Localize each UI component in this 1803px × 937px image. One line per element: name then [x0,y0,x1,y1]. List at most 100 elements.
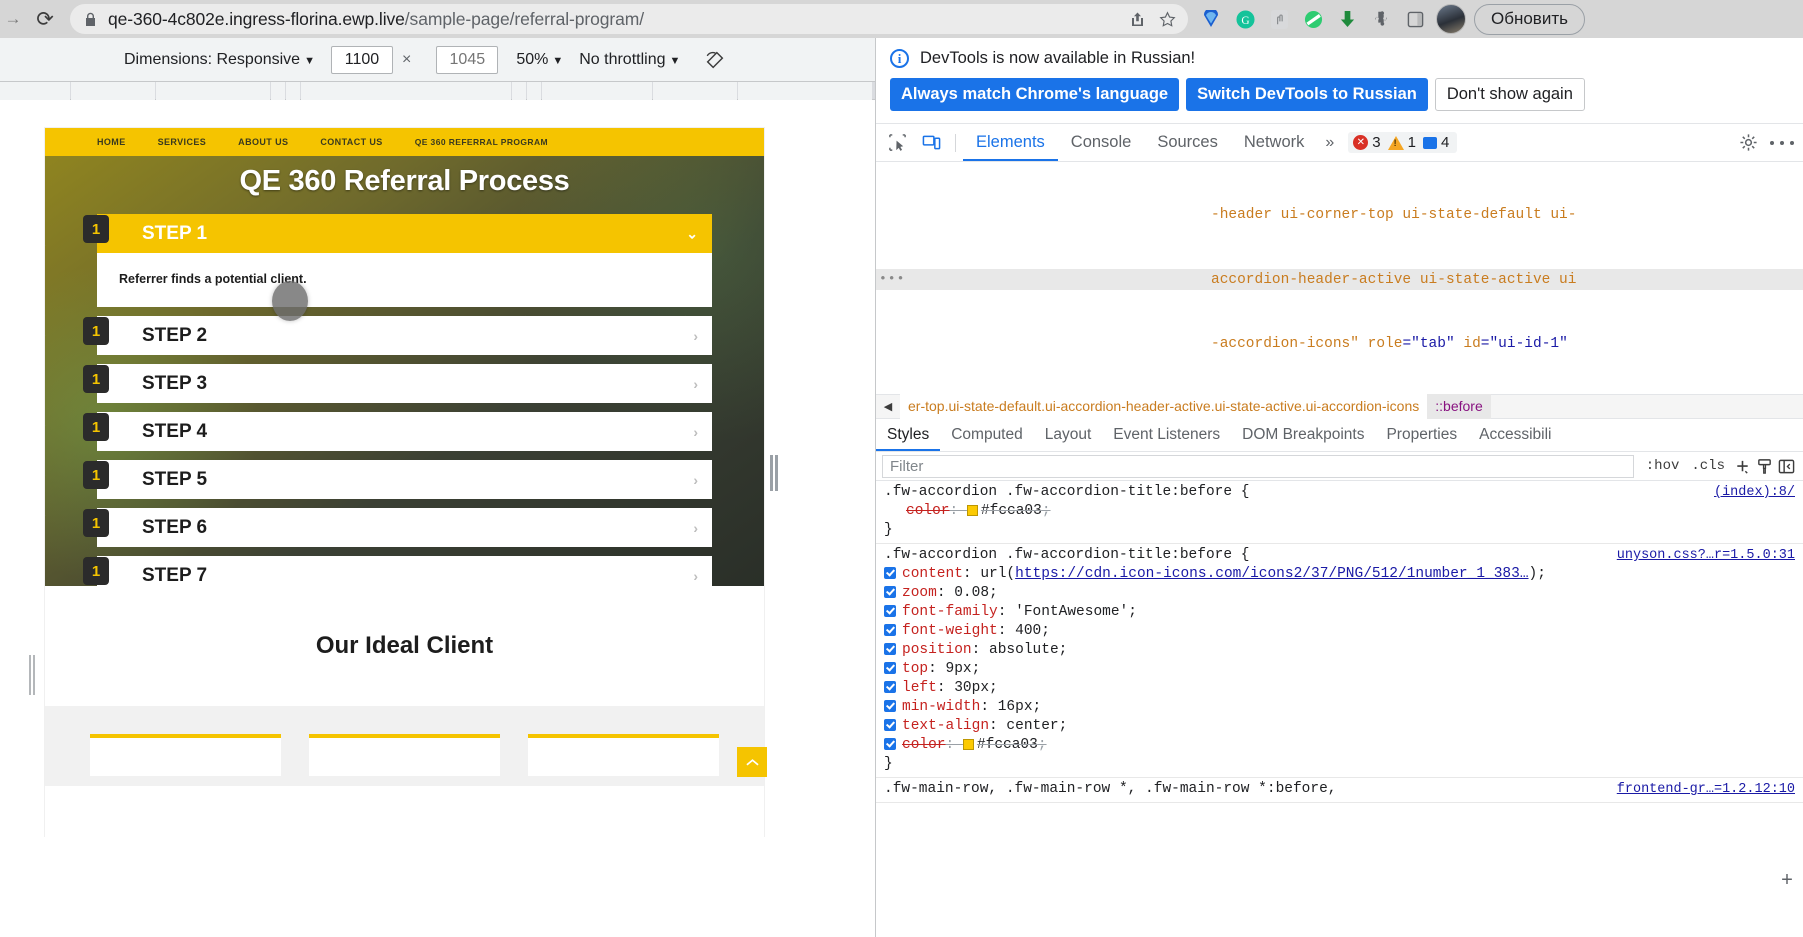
nav-item-home[interactable]: HOME [97,137,126,147]
css-source-link[interactable]: (index):8/ [1714,483,1795,502]
css-property-text-align[interactable]: text-align: center; [876,717,1803,736]
toggle-sidebar-icon[interactable] [1775,458,1797,475]
tab-dom-breakpoints[interactable]: DOM Breakpoints [1231,419,1375,451]
css-property-font-family[interactable]: font-family: 'FontAwesome'; [876,603,1803,622]
download-extension-icon[interactable] [1332,4,1362,34]
card-item[interactable] [90,734,281,776]
tab-sources[interactable]: Sources [1144,124,1231,161]
dont-show-again-button[interactable]: Don't show again [1434,78,1585,111]
tab-event-listeners[interactable]: Event Listeners [1102,419,1231,451]
tab-layout[interactable]: Layout [1034,419,1103,451]
dom-tree[interactable]: ••• -header ui-corner-top ui-state-defau… [876,162,1803,394]
issue-counters[interactable]: ✕ 3 1 4 [1348,132,1458,153]
css-property-left[interactable]: left: 30px; [876,679,1803,698]
viewport-left-handle[interactable] [29,655,37,695]
card-item[interactable] [528,734,719,776]
reload-icon[interactable]: ⟳ [28,2,62,36]
hand-extension-icon[interactable] [1264,4,1294,34]
tab-console[interactable]: Console [1058,124,1145,161]
avatar[interactable] [1436,4,1466,34]
chevron-double-right-icon[interactable]: » [1317,134,1342,152]
property-checkbox[interactable] [884,643,896,656]
hov-toggle-button[interactable]: :hov [1646,458,1680,474]
content-url-link[interactable]: https://cdn.icon-icons.com/icons2/37/PNG… [1015,566,1528,582]
filter-input[interactable] [882,454,1634,478]
always-match-language-button[interactable]: Always match Chrome's language [890,78,1180,111]
css-rules-list[interactable]: .fw-accordion .fw-accordion-title:before… [876,481,1803,937]
grammarly-extension-icon[interactable]: G [1230,4,1260,34]
add-new-rule-icon[interactable]: + [1781,872,1793,892]
accordion-header-step-5[interactable]: 1 STEP 5 › [83,460,712,499]
tab-computed[interactable]: Computed [940,419,1034,451]
property-checkbox[interactable] [884,605,896,618]
yandex-extension-icon[interactable] [1196,4,1226,34]
property-checkbox[interactable] [884,586,896,599]
cls-toggle-button[interactable]: .cls [1691,458,1725,474]
color-swatch[interactable] [962,738,974,750]
property-checkbox[interactable] [884,700,896,713]
accordion-header-step-2[interactable]: 1 STEP 2 › [83,316,712,355]
forward-arrow-icon[interactable]: → [0,9,26,29]
property-checkbox[interactable] [884,681,896,694]
plus-icon[interactable] [1731,458,1753,475]
nav-item-about-us[interactable]: ABOUT US [238,137,288,147]
css-property-font-weight[interactable]: font-weight: 400; [876,622,1803,641]
nav-item-services[interactable]: SERVICES [158,137,207,147]
side-panel-icon[interactable] [1400,4,1430,34]
width-input[interactable] [330,45,393,74]
css-property-content[interactable]: content: url(https://cdn.icon-icons.com/… [876,565,1803,584]
tab-network[interactable]: Network [1231,124,1318,161]
switch-to-russian-button[interactable]: Switch DevTools to Russian [1186,78,1428,111]
tab-styles[interactable]: Styles [876,419,940,451]
star-icon[interactable] [1152,10,1182,28]
color-swatch[interactable] [966,504,978,516]
accordion-header-step-1[interactable]: 1 STEP 1 ⌄ [83,214,712,253]
tab-elements[interactable]: Elements [963,124,1058,161]
puzzle-extensions-icon[interactable] [1366,4,1396,34]
css-property-min-width[interactable]: min-width: 16px; [876,698,1803,717]
property-checkbox[interactable] [884,624,896,637]
css-property-color[interactable]: color: #fcca03; [876,502,1803,521]
update-button[interactable]: Обновить [1474,3,1585,35]
gear-icon[interactable] [1733,128,1763,158]
tab-properties[interactable]: Properties [1375,419,1468,451]
accordion-header-step-7[interactable]: 1 STEP 7 › [83,556,712,586]
css-property-position[interactable]: position: absolute; [876,641,1803,660]
property-checkbox[interactable] [884,738,896,751]
height-input[interactable] [436,45,499,74]
nav-item-contact-us[interactable]: CONTACT US [320,137,382,147]
share-icon[interactable] [1122,11,1152,28]
card-item[interactable] [309,734,500,776]
css-property-color-2[interactable]: color: #fcca03; [876,736,1803,755]
adblock-extension-icon[interactable] [1298,4,1328,34]
dimensions-select[interactable]: Dimensions: Responsive ▼ [124,51,315,69]
property-checkbox[interactable] [884,662,896,675]
accordion-header-step-3[interactable]: 1 STEP 3 › [83,364,712,403]
css-property-top[interactable]: top: 9px; [876,660,1803,679]
accordion-header-step-6[interactable]: 1 STEP 6 › [83,508,712,547]
address-bar[interactable]: qe-360-4c802e.ingress-florina.ewp.live/s… [70,4,1188,34]
breadcrumb-pseudo-element[interactable]: ::before [1427,394,1491,419]
css-rule-1[interactable]: .fw-accordion .fw-accordion-title:before… [876,481,1803,544]
breadcrumb-selected-node[interactable]: er-top.ui-state-default.ui-accordion-hea… [900,394,1428,419]
accordion-header-step-4[interactable]: 1 STEP 4 › [83,412,712,451]
rotate-device-icon[interactable] [704,49,726,71]
property-checkbox[interactable] [884,567,896,580]
chevron-left-icon[interactable]: ◀ [876,400,900,413]
style-paintbrush-icon[interactable] [1753,458,1775,475]
property-checkbox[interactable] [884,719,896,732]
css-source-link[interactable]: frontend-gr…=1.2.12:10 [1617,780,1795,799]
zoom-select[interactable]: 50% ▼ [516,51,563,69]
css-source-link[interactable]: unyson.css?…r=1.5.0:31 [1617,546,1795,565]
nav-item-referral-program[interactable]: QE 360 REFERRAL PROGRAM [415,137,548,147]
scroll-to-top-button[interactable] [737,747,767,777]
viewport-resize-handle[interactable] [770,455,779,491]
tab-accessibility[interactable]: Accessibili [1468,419,1562,451]
inspect-element-icon[interactable] [882,128,912,158]
css-rule-3[interactable]: .fw-main-row, .fw-main-row *, .fw-main-r… [876,778,1803,803]
kebab-menu-icon[interactable] [1767,128,1797,158]
css-rule-2[interactable]: .fw-accordion .fw-accordion-title:before… [876,544,1803,778]
css-selector[interactable]: .fw-accordion .fw-accordion-title:before… [876,483,1803,502]
css-property-zoom[interactable]: zoom: 0.08; [876,584,1803,603]
device-toolbar-icon[interactable] [916,128,946,158]
